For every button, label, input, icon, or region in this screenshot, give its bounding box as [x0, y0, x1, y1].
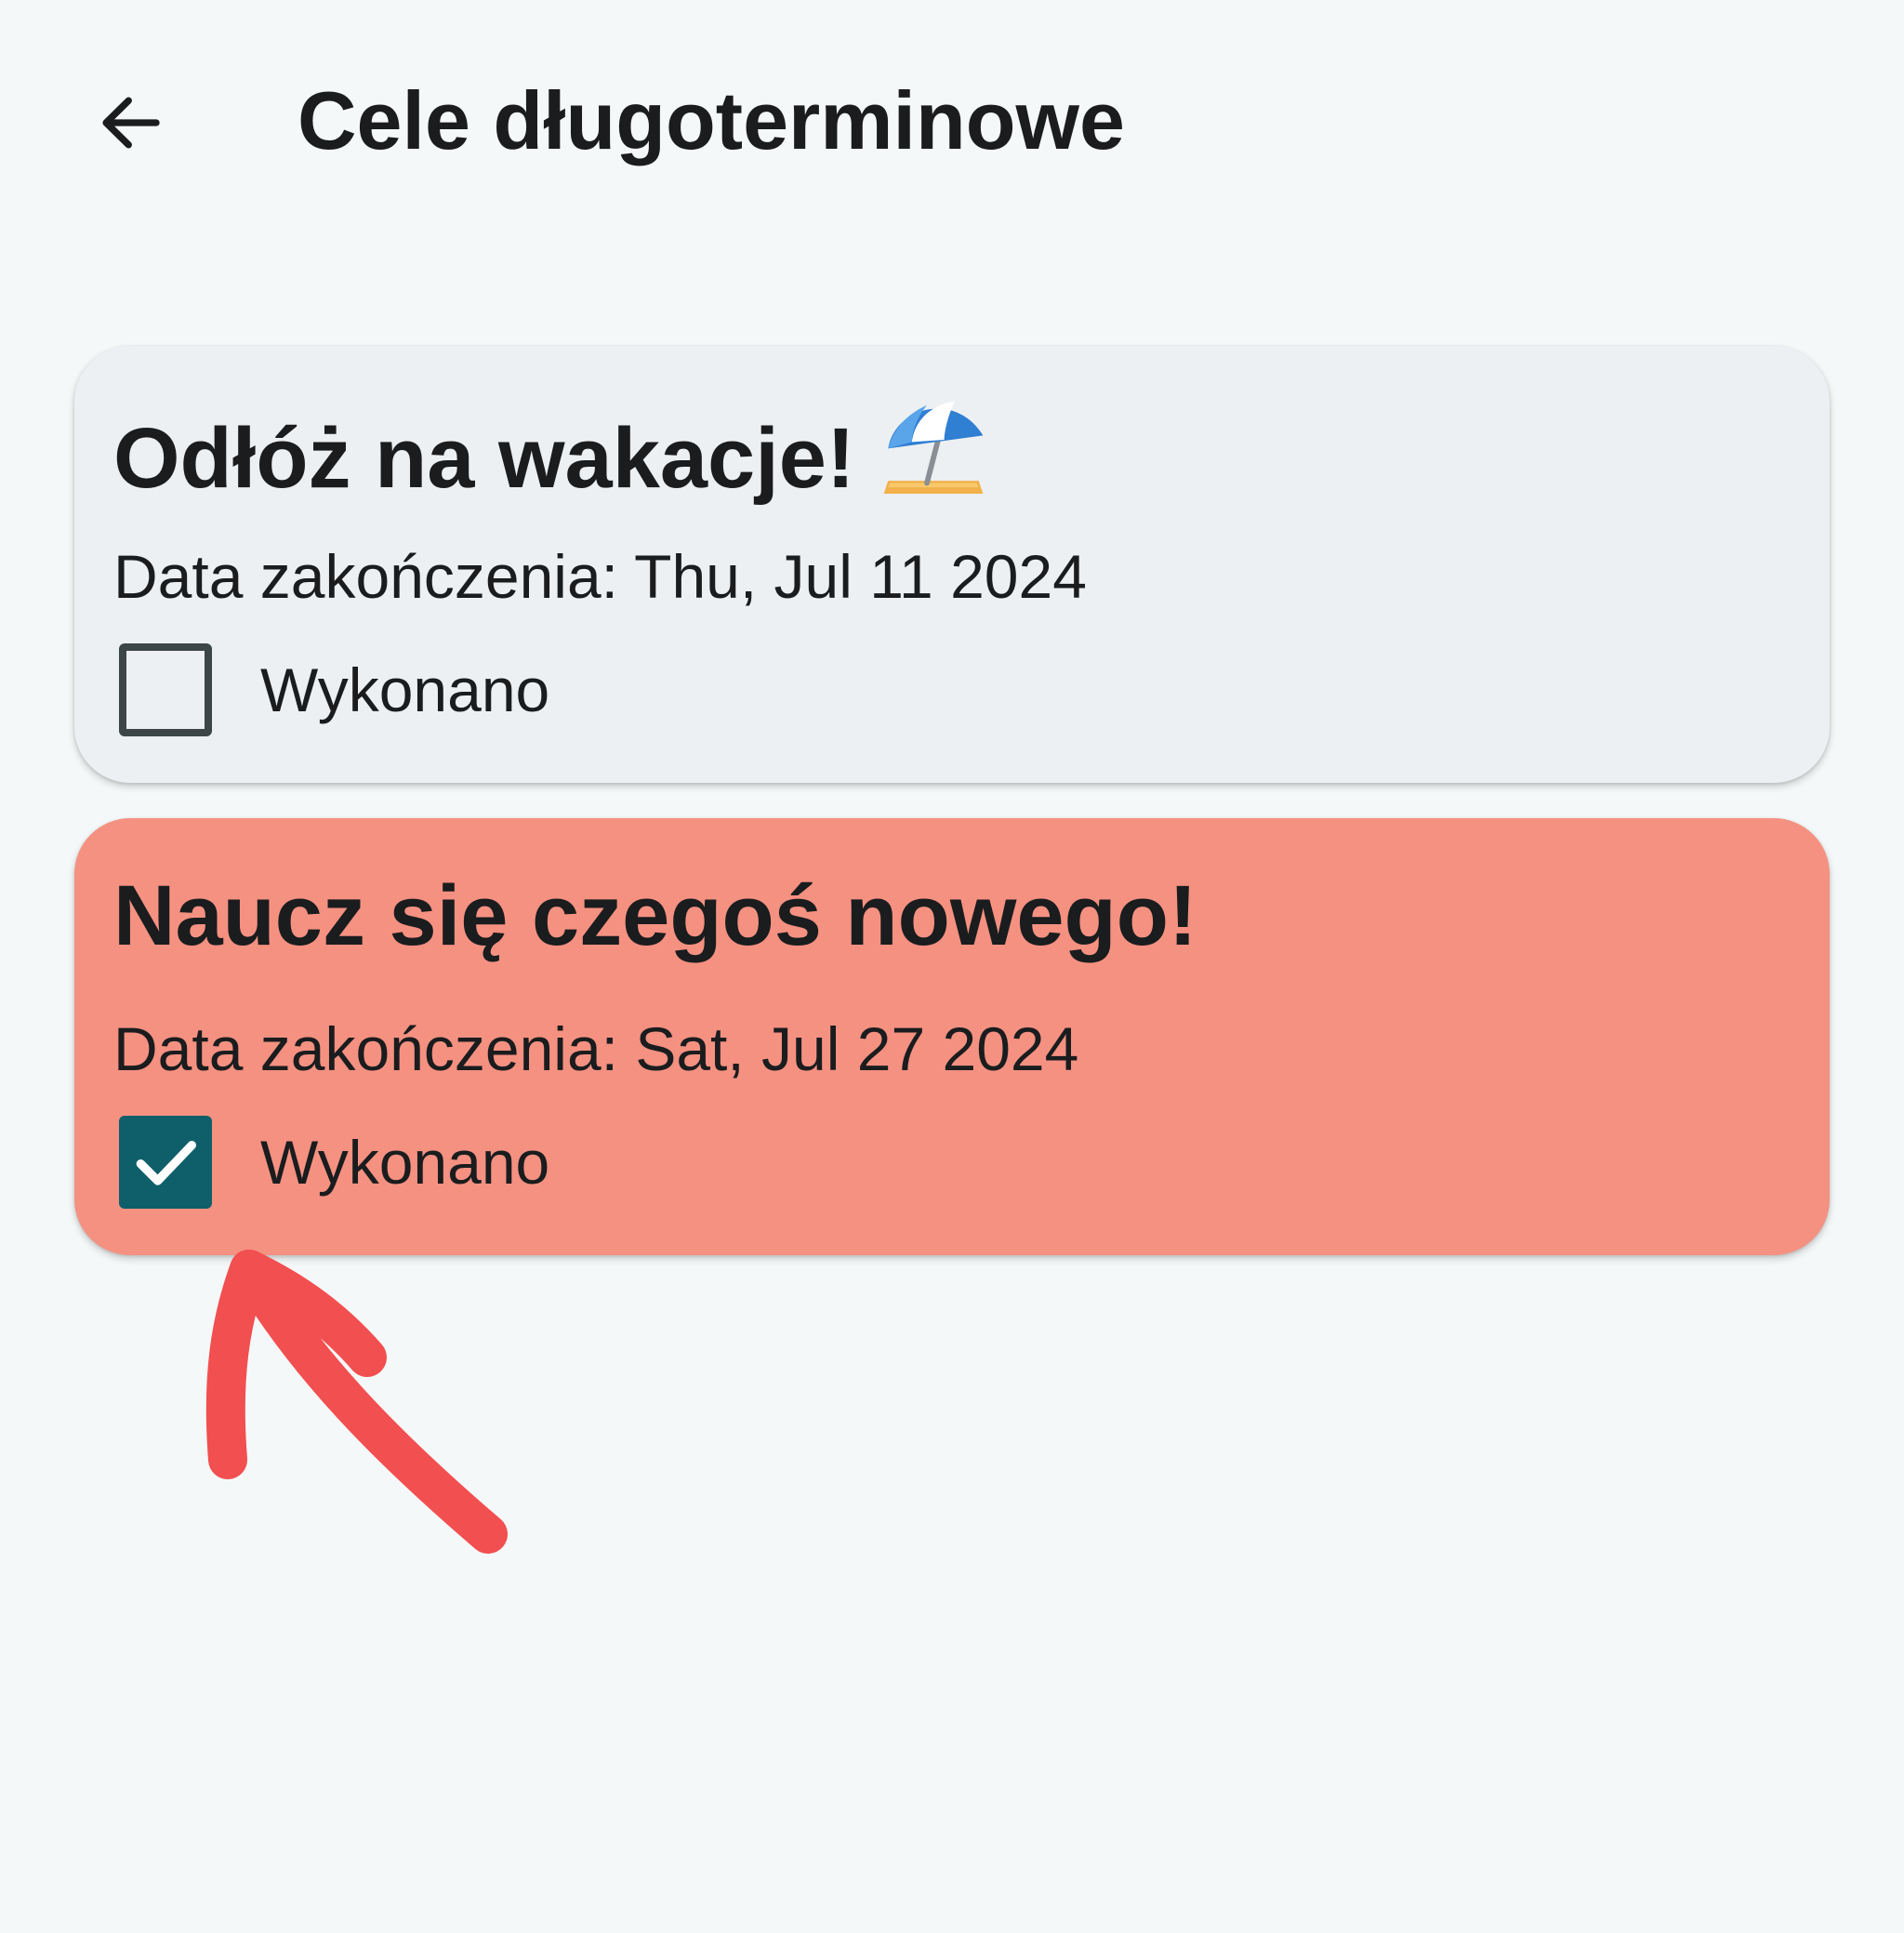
done-label: Wykonano: [260, 1128, 550, 1197]
done-checkbox-row[interactable]: Wykonano: [119, 642, 549, 738]
goal-end-date: Data zakończenia: Thu, Jul 11 2024: [113, 542, 1087, 611]
checkmark-icon: [136, 1141, 196, 1185]
done-label: Wykonano: [260, 655, 550, 724]
page-title: Cele długoterminowe: [298, 74, 1125, 166]
beach-umbrella-icon: [879, 392, 987, 523]
goal-end-date: Data zakończenia: Sat, Jul 27 2024: [113, 1014, 1079, 1083]
done-checkbox-row[interactable]: Wykonano: [119, 1114, 549, 1211]
done-checkbox[interactable]: [119, 643, 212, 736]
goal-card[interactable]: Odłóż na wakacje! Data zakończenia: Thu,…: [74, 346, 1830, 783]
goal-card[interactable]: Naucz się czegoś nowego! Data zakończeni…: [74, 818, 1830, 1255]
top-app-bar: Cele długoterminowe: [0, 0, 1904, 242]
goal-title: Naucz się czegoś nowego!: [113, 868, 1197, 963]
goal-title: Odłóż na wakacje!: [113, 392, 987, 523]
goal-title-text: Odłóż na wakacje!: [113, 411, 855, 506]
arrow-back-icon: [102, 97, 160, 149]
done-checkbox[interactable]: [119, 1116, 212, 1209]
back-button[interactable]: [82, 74, 178, 171]
